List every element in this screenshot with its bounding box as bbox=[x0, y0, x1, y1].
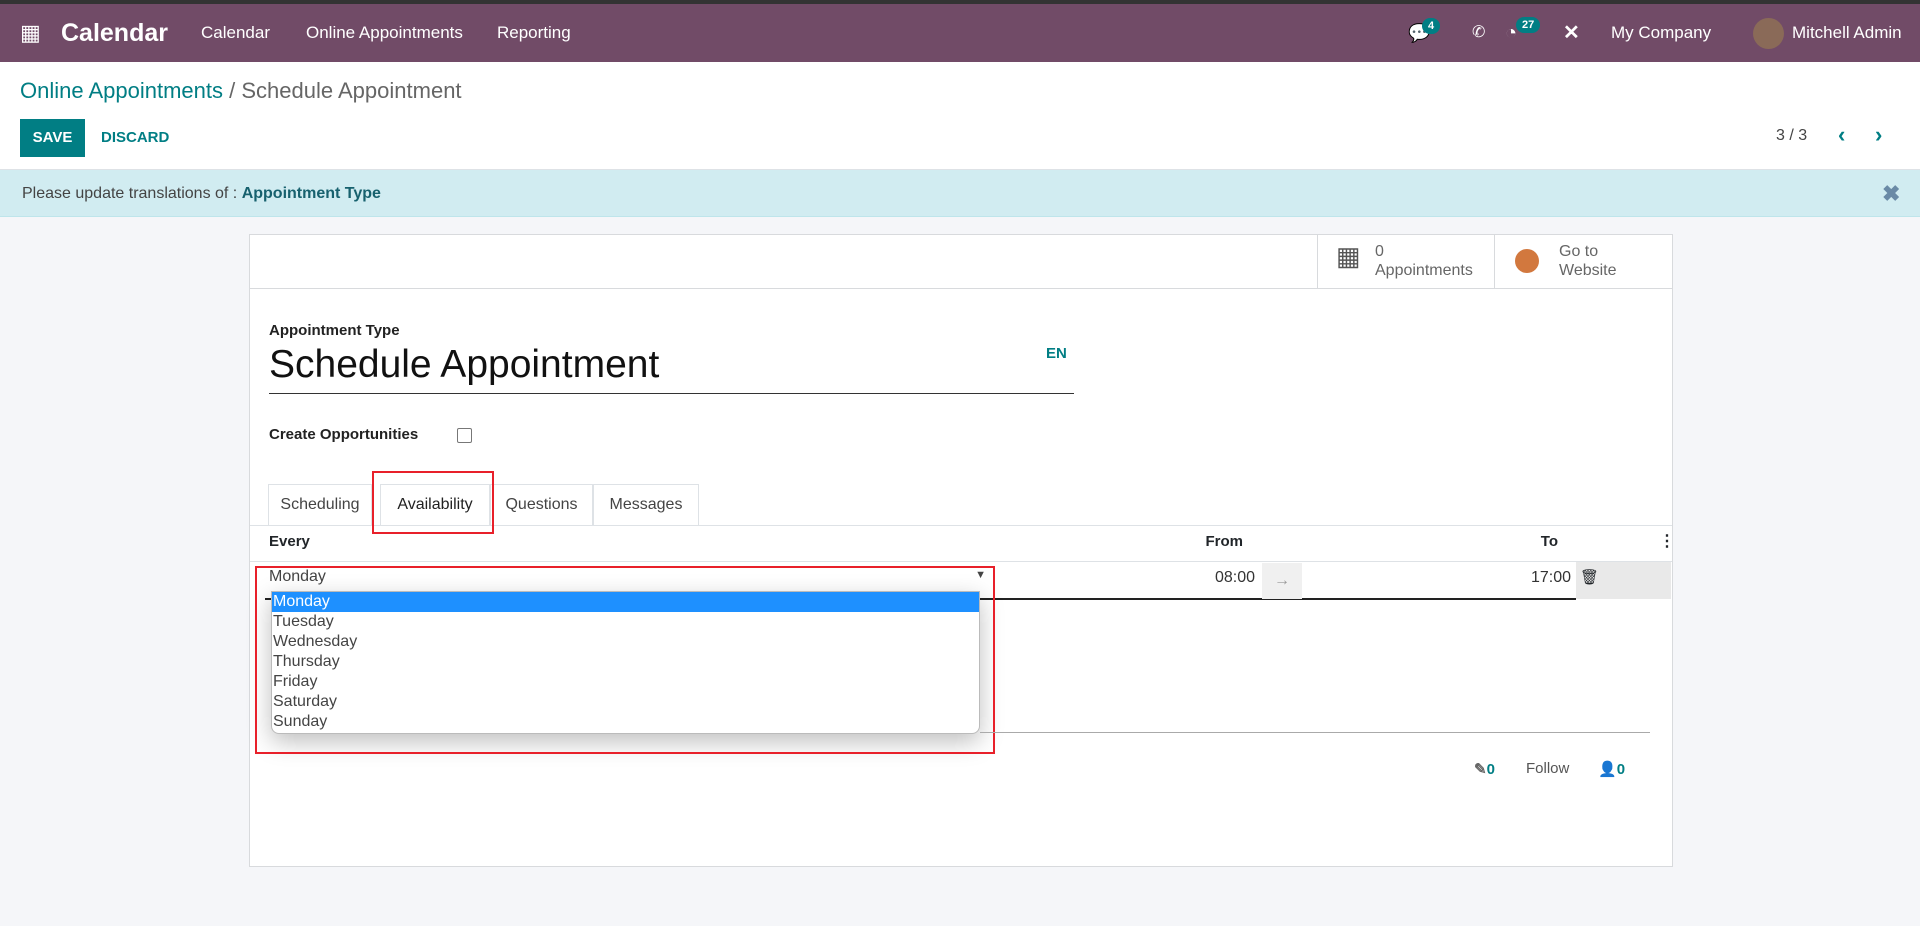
calendar-icon: ▦ bbox=[1336, 241, 1361, 271]
button-box: ▦ 0 Appointments Go to Website bbox=[250, 235, 1672, 289]
tools-icon[interactable]: ✕ bbox=[1563, 4, 1580, 62]
column-from[interactable]: From bbox=[1180, 533, 1244, 550]
optional-columns-icon[interactable]: ⋮ bbox=[1659, 531, 1675, 551]
language-button[interactable]: EN bbox=[1046, 345, 1067, 362]
appointment-name-input[interactable]: Schedule Appointment bbox=[269, 343, 1074, 394]
to-time-input[interactable]: 17:00 bbox=[1490, 569, 1571, 587]
company-switcher[interactable]: My Company bbox=[1611, 4, 1711, 62]
attachments-button[interactable]: ✎0 bbox=[1474, 760, 1495, 778]
column-every[interactable]: Every bbox=[269, 533, 310, 550]
go-to-website-button[interactable]: Go to Website bbox=[1494, 235, 1672, 288]
menu-reporting[interactable]: Reporting bbox=[497, 4, 571, 62]
alert-text: Please update translations of : bbox=[22, 185, 242, 202]
breadcrumb-current: Schedule Appointment bbox=[241, 78, 462, 103]
create-opportunities-label: Create Opportunities bbox=[269, 426, 419, 443]
tab-messages[interactable]: Messages bbox=[593, 484, 699, 525]
user-menu[interactable]: Mitchell Admin bbox=[1792, 4, 1902, 62]
activities-badge: 27 bbox=[1516, 17, 1541, 33]
highlight-availability-tab bbox=[372, 471, 494, 534]
discard-button[interactable]: DISCARD bbox=[101, 119, 169, 157]
pager-next-icon[interactable]: › bbox=[1875, 122, 1882, 148]
messages-badge: 4 bbox=[1422, 18, 1441, 34]
pager-value: 3 / 3 bbox=[1776, 127, 1808, 144]
create-opportunities-checkbox[interactable] bbox=[457, 428, 472, 443]
app-title[interactable]: Calendar bbox=[61, 4, 168, 62]
form-sheet: ▦ 0 Appointments Go to Website Appointme… bbox=[249, 234, 1673, 867]
trash-icon[interactable]: 🗑 bbox=[1580, 568, 1599, 586]
appointments-stat-button[interactable]: ▦ 0 Appointments bbox=[1317, 235, 1494, 288]
header-divider bbox=[250, 561, 1672, 562]
translation-alert: Please update translations of : Appointm… bbox=[0, 170, 1920, 217]
menu-calendar[interactable]: Calendar bbox=[201, 4, 270, 62]
navbar: ▦ Calendar Calendar Online Appointments … bbox=[0, 4, 1920, 62]
highlight-day-selection bbox=[255, 566, 995, 754]
tab-questions[interactable]: Questions bbox=[490, 484, 593, 525]
globe-icon bbox=[1515, 249, 1539, 273]
menu-online-appointments[interactable]: Online Appointments bbox=[306, 4, 463, 62]
column-to[interactable]: To bbox=[1500, 533, 1558, 550]
paperclip-icon: ✎ bbox=[1474, 761, 1487, 778]
breadcrumb: Online Appointments / Schedule Appointme… bbox=[20, 78, 462, 103]
row-underline-to bbox=[1302, 598, 1576, 600]
apps-menu-icon[interactable]: ▦ bbox=[20, 4, 41, 62]
from-time-input[interactable]: 08:00 bbox=[1180, 569, 1255, 587]
chatter-divider bbox=[980, 732, 1650, 733]
breadcrumb-parent[interactable]: Online Appointments bbox=[20, 78, 223, 103]
avatar[interactable] bbox=[1753, 18, 1784, 49]
followers-button[interactable]: 👤0 bbox=[1598, 760, 1625, 778]
arrow-right-icon: → bbox=[1262, 563, 1302, 599]
follow-button[interactable]: Follow bbox=[1526, 760, 1569, 777]
close-icon[interactable]: ✖ bbox=[1882, 170, 1900, 217]
appointment-type-label: Appointment Type bbox=[269, 322, 400, 339]
pager-prev-icon[interactable]: ‹ bbox=[1838, 122, 1845, 148]
person-icon: 👤 bbox=[1598, 761, 1617, 778]
alert-link[interactable]: Appointment Type bbox=[242, 185, 381, 202]
save-button[interactable]: SAVE bbox=[20, 119, 85, 157]
activities-icon[interactable]: ◔ bbox=[1505, 4, 1517, 62]
tab-scheduling[interactable]: Scheduling bbox=[268, 484, 372, 525]
control-panel: Online Appointments / Schedule Appointme… bbox=[0, 62, 1920, 170]
phone-icon[interactable]: ✆ bbox=[1472, 4, 1485, 62]
